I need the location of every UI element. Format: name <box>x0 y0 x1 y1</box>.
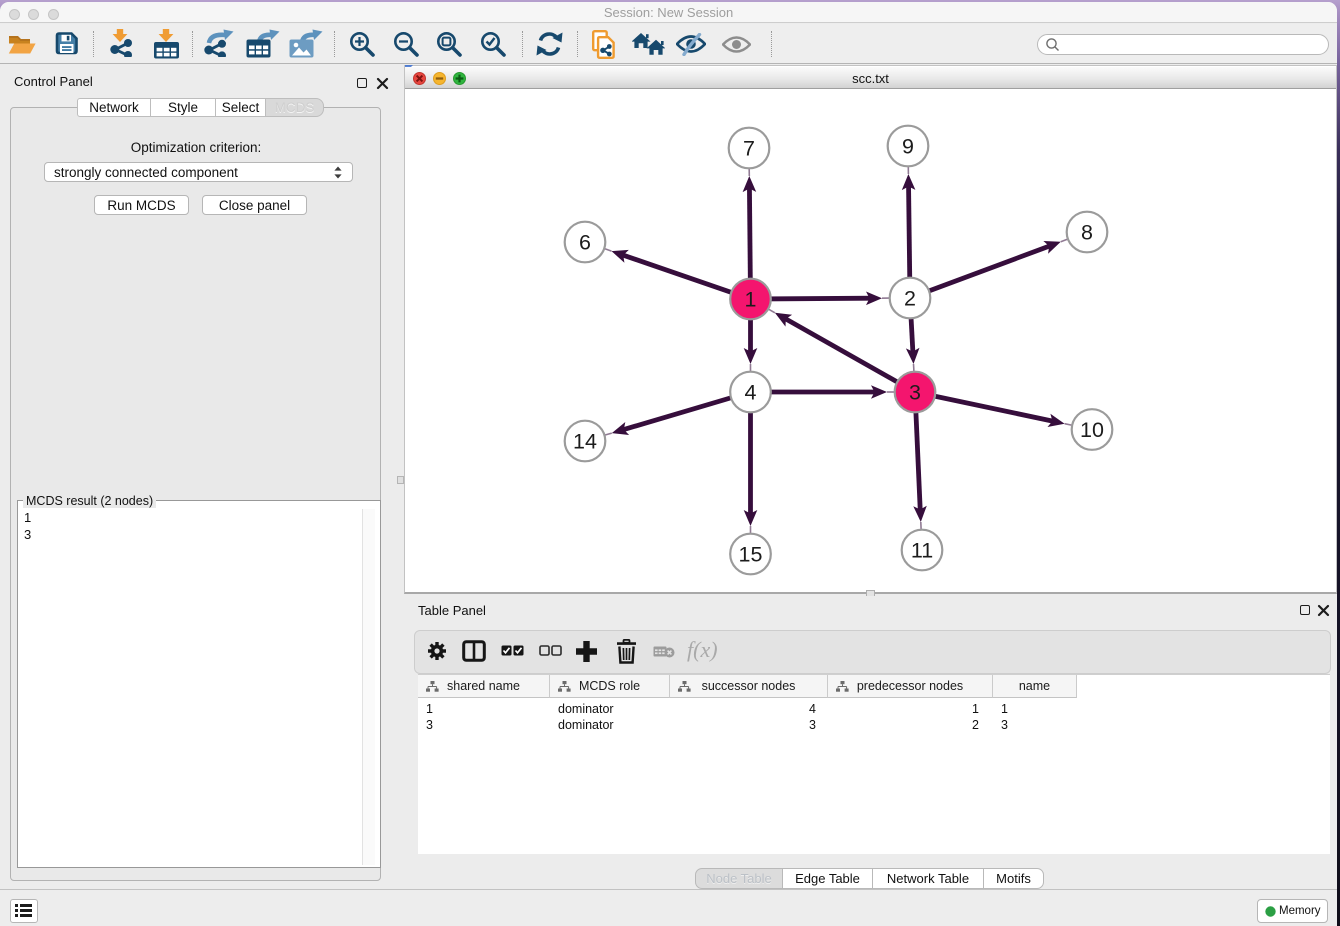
svg-text:9: 9 <box>902 135 914 159</box>
svg-text:2: 2 <box>904 287 916 311</box>
svg-text:3: 3 <box>909 381 921 405</box>
svg-text:1: 1 <box>745 288 757 312</box>
svg-text:6: 6 <box>579 231 591 255</box>
svg-text:10: 10 <box>1080 418 1104 442</box>
svg-text:4: 4 <box>745 381 757 405</box>
svg-text:14: 14 <box>573 430 597 454</box>
svg-text:8: 8 <box>1081 221 1093 245</box>
svg-text:15: 15 <box>739 543 763 567</box>
svg-text:11: 11 <box>911 539 933 563</box>
svg-text:7: 7 <box>743 137 755 161</box>
